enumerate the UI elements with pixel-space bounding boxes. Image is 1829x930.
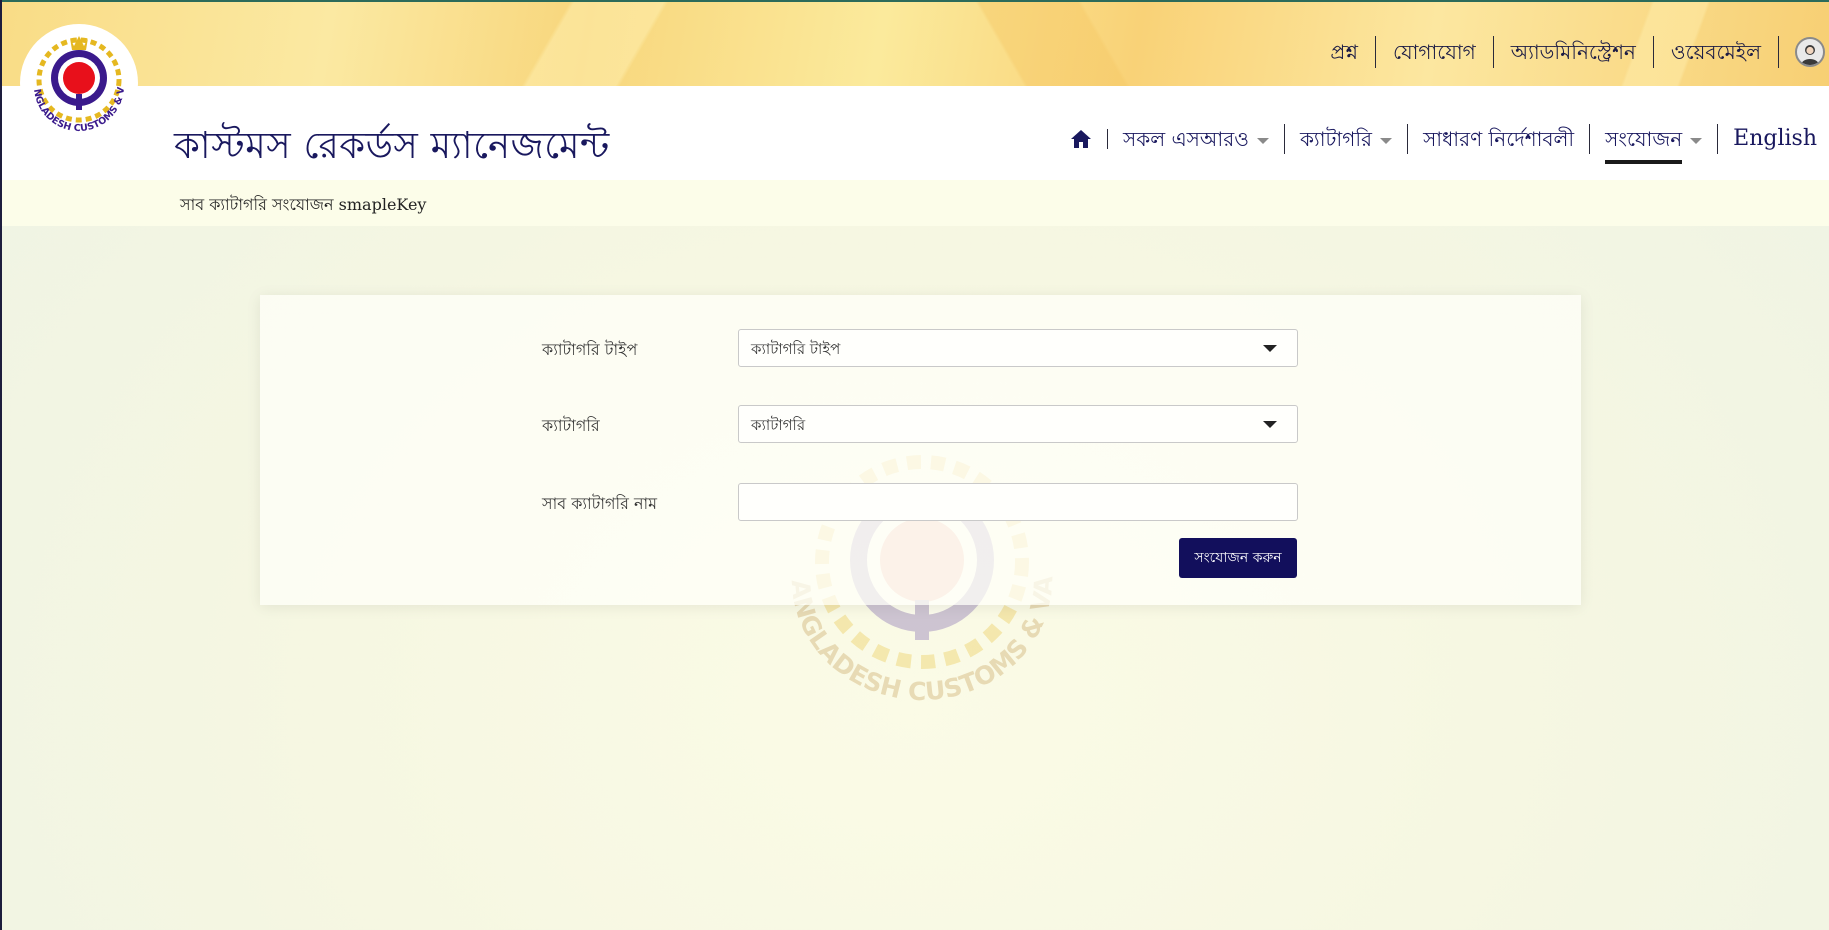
nav-category-dropdown[interactable]: ক্যাটাগরি bbox=[1285, 124, 1409, 154]
breadcrumb-text: সাব ক্যাটাগরি সংযোজন smapleKey bbox=[180, 195, 427, 214]
banner-decoration bbox=[902, 2, 1262, 86]
nav-all-sros-label: সকল এসআরও bbox=[1122, 127, 1249, 151]
chevron-down-icon bbox=[1256, 137, 1269, 144]
site-header: কাস্টমস রেকর্ডস ম্যানেজমেন্ট সকল এসআরও ক… bbox=[2, 86, 1829, 180]
dropdown-arrow-icon bbox=[1263, 345, 1277, 352]
home-icon bbox=[1070, 130, 1091, 148]
add-submit-button[interactable]: সংযোজন করুন bbox=[1179, 538, 1297, 578]
category-type-select[interactable]: ক্যাটাগরি টাইপ bbox=[738, 329, 1298, 367]
nav-general-instructions-label: সাধারণ নির্দেশাবলী bbox=[1423, 127, 1575, 151]
chevron-down-icon bbox=[1380, 137, 1393, 144]
nav-home[interactable] bbox=[1055, 129, 1108, 149]
language-label: English bbox=[1733, 126, 1817, 151]
dropdown-arrow-icon bbox=[1263, 421, 1277, 428]
utility-link-questions[interactable]: প্রশ্ন bbox=[1313, 36, 1376, 68]
site-title[interactable]: কাস্টমস রেকর্ডস ম্যানেজমেন্ট bbox=[174, 116, 610, 179]
user-silhouette-icon bbox=[1801, 45, 1819, 65]
breadcrumb: সাব ক্যাটাগরি সংযোজন smapleKey bbox=[2, 180, 1829, 226]
nav-general-instructions[interactable]: সাধারণ নির্দেশাবলী bbox=[1408, 124, 1591, 154]
utility-link-contact[interactable]: যোগাযোগ bbox=[1376, 36, 1494, 68]
category-selected-value: ক্যাটাগরি bbox=[751, 416, 806, 434]
category-label: ক্যাটাগরি bbox=[542, 416, 600, 435]
nav-all-sros-dropdown[interactable]: সকল এসআরও bbox=[1108, 124, 1285, 154]
sub-category-name-input[interactable] bbox=[738, 483, 1298, 521]
user-avatar-icon[interactable] bbox=[1795, 37, 1825, 67]
top-banner: প্রশ্ন যোগাযোগ অ্যাডমিনিস্ট্রেশন ওয়েবমে… bbox=[2, 0, 1829, 86]
category-type-label: ক্যাটাগরি টাইপ bbox=[542, 340, 638, 359]
nav-add-label: সংযোজন bbox=[1605, 124, 1683, 164]
utility-nav: প্রশ্ন যোগাযোগ অ্যাডমিনিস্ট্রেশন ওয়েবমে… bbox=[1313, 32, 1829, 72]
banner-decoration bbox=[382, 2, 802, 86]
sub-category-name-row: সাব ক্যাটাগরি নাম bbox=[284, 483, 1298, 521]
utility-link-webmail[interactable]: ওয়েবমেইল bbox=[1654, 36, 1779, 68]
category-row: ক্যাটাগরি ক্যাটাগরি bbox=[284, 405, 1298, 443]
language-toggle[interactable]: English bbox=[1718, 124, 1829, 154]
main-nav: সকল এসআরও ক্যাটাগরি সাধারণ নির্দেশাবলী স… bbox=[1055, 120, 1829, 164]
nav-add-dropdown[interactable]: সংযোজন bbox=[1590, 124, 1719, 164]
category-select[interactable]: ক্যাটাগরি bbox=[738, 405, 1298, 443]
category-type-row: ক্যাটাগরি টাইপ ক্যাটাগরি টাইপ bbox=[284, 329, 1298, 367]
nav-category-label: ক্যাটাগরি bbox=[1299, 127, 1373, 151]
category-type-selected-value: ক্যাটাগরি টাইপ bbox=[751, 340, 841, 358]
sub-category-name-label: সাব ক্যাটাগরি নাম bbox=[542, 494, 658, 513]
utility-link-administration[interactable]: অ্যাডমিনিস্ট্রেশন bbox=[1494, 36, 1654, 68]
customs-emblem-icon: BANGLADESH CUSTOMS & VAT bbox=[16, 16, 127, 134]
bangladesh-customs-logo[interactable]: BANGLADESH CUSTOMS & VAT bbox=[16, 16, 138, 142]
chevron-down-icon bbox=[1690, 137, 1703, 144]
